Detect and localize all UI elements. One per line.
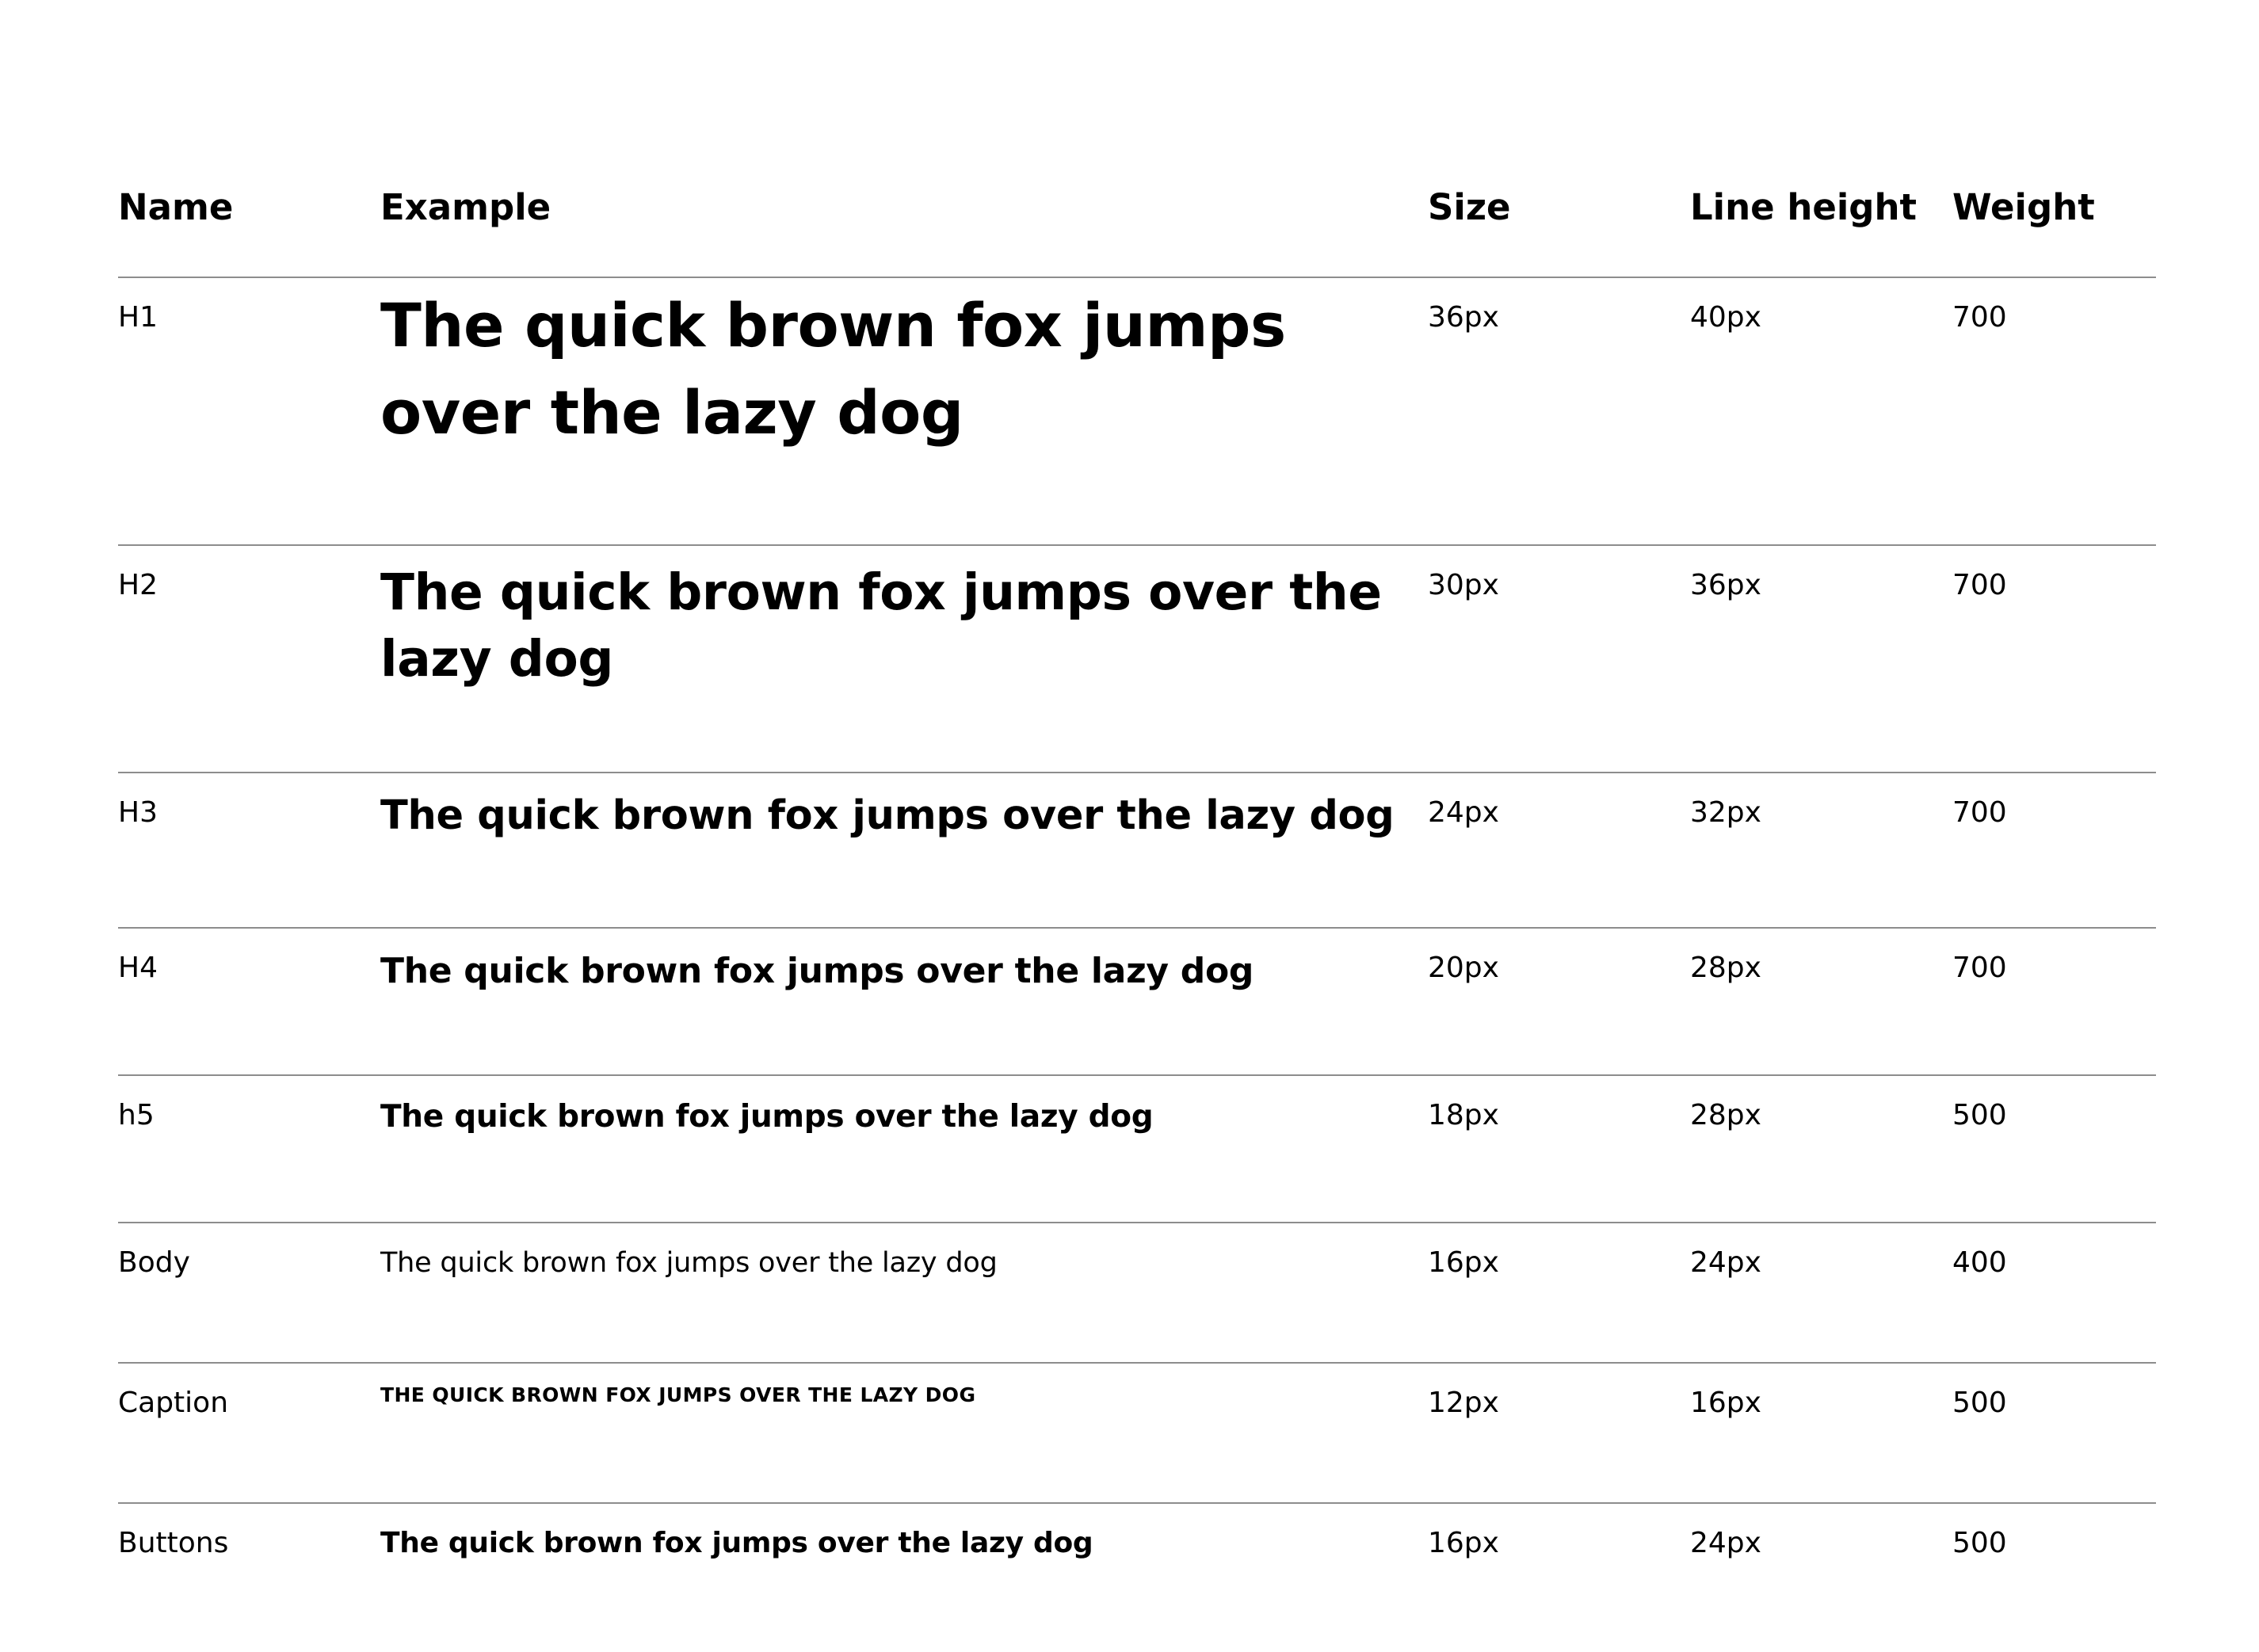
table-row-caption: Caption THE QUICK BROWN FOX JUMPS OVER T… — [118, 1363, 2156, 1504]
cell-line-height: 16px — [1690, 1363, 1952, 1504]
header-weight: Weight — [1952, 0, 2156, 278]
cell-name: H3 — [118, 773, 380, 929]
header-example: Example — [380, 0, 1428, 278]
cell-size: 12px — [1428, 1363, 1690, 1504]
table-row-h3: H3 The quick brown fox jumps over the la… — [118, 773, 2156, 929]
example-buttons-text: The quick brown fox jumps over the lazy … — [380, 1527, 1093, 1559]
cell-weight: 700 — [1952, 773, 2156, 929]
example-body-text: The quick brown fox jumps over the lazy … — [380, 1247, 998, 1279]
header-name: Name — [118, 0, 380, 278]
header-line-height: Line height — [1690, 0, 1952, 278]
cell-line-height: 36px — [1690, 545, 1952, 773]
cell-size: 30px — [1428, 545, 1690, 773]
cell-example: The quick brown fox jumps over the lazy … — [380, 1075, 1428, 1223]
cell-name: h5 — [118, 1075, 380, 1223]
table-row-h4: H4 The quick brown fox jumps over the la… — [118, 928, 2156, 1076]
cell-example: The quick brown fox jumps over the lazy … — [380, 277, 1428, 546]
example-h4-text: The quick brown fox jumps over the lazy … — [380, 951, 1254, 991]
cell-weight: 700 — [1952, 277, 2156, 546]
cell-line-height: 40px — [1690, 277, 1952, 546]
header-size: Size — [1428, 0, 1690, 278]
cell-name: Buttons — [118, 1527, 229, 1559]
table-row-h1: H1 The quick brown fox jumps over the la… — [118, 277, 2156, 546]
cell-weight: 500 — [1952, 1075, 2156, 1223]
cell-example: The quick brown fox jumps over the lazy … — [380, 928, 1428, 1076]
cell-name: H2 — [118, 545, 380, 773]
cell-weight: 500 — [1952, 1363, 2156, 1504]
cell-line-height: 28px — [1690, 1075, 1952, 1223]
table-row-h2: H2 The quick brown fox jumps over the la… — [118, 545, 2156, 773]
cell-line-height: 24px — [1690, 1527, 1761, 1559]
cell-size: 16px — [1428, 1527, 1499, 1559]
table-body: H1 The quick brown fox jumps over the la… — [118, 277, 2156, 1652]
cell-name: H4 — [118, 928, 380, 1076]
cell-line-height: 28px — [1690, 928, 1952, 1076]
cell-size: 18px — [1428, 1075, 1690, 1223]
cell-example: The quick brown fox jumps over the lazy … — [380, 1503, 1428, 1652]
cell-example: The quick brown fox jumps over the lazy … — [380, 545, 1428, 773]
cell-weight: 700 — [1952, 928, 2156, 1076]
typography-table: Name Example Size Line height Weight H1 … — [118, 0, 2156, 1652]
cell-name: Caption — [118, 1363, 380, 1504]
cell-example: THE QUICK BROWN FOX JUMPS OVER THE LAZY … — [380, 1363, 1428, 1504]
table-row-h5: h5 The quick brown fox jumps over the la… — [118, 1075, 2156, 1223]
example-h2-text: The quick brown fox jumps over the lazy … — [380, 563, 1382, 688]
cell-size: 24px — [1428, 773, 1690, 929]
cell-size: 20px — [1428, 928, 1690, 1076]
cell-weight: 500 — [1952, 1527, 2007, 1559]
cell-weight: 700 — [1952, 545, 2156, 773]
cell-weight: 400 — [1952, 1223, 2156, 1364]
cell-name: H1 — [118, 277, 380, 546]
cell-line-height: 24px — [1690, 1223, 1952, 1364]
table-row-buttons: Buttons The quick brown fox jumps over t… — [118, 1503, 2156, 1652]
example-h5-text: The quick brown fox jumps over the lazy … — [380, 1099, 1154, 1135]
table-row-body: Body The quick brown fox jumps over the … — [118, 1223, 2156, 1364]
example-h3-text: The quick brown fox jumps over the lazy … — [380, 792, 1395, 839]
cell-size: 16px — [1428, 1223, 1690, 1364]
example-h1-text: The quick brown fox jumps over the lazy … — [380, 290, 1286, 448]
header-row: Name Example Size Line height Weight — [118, 0, 2156, 278]
cell-name: Body — [118, 1223, 380, 1364]
cell-example: The quick brown fox jumps over the lazy … — [380, 773, 1428, 929]
cell-size: 36px — [1428, 277, 1690, 546]
example-caption-text: THE QUICK BROWN FOX JUMPS OVER THE LAZY … — [380, 1383, 976, 1406]
table-header: Name Example Size Line height Weight — [118, 0, 2156, 278]
cell-line-height: 32px — [1690, 773, 1952, 929]
cell-example: The quick brown fox jumps over the lazy … — [380, 1223, 1428, 1364]
